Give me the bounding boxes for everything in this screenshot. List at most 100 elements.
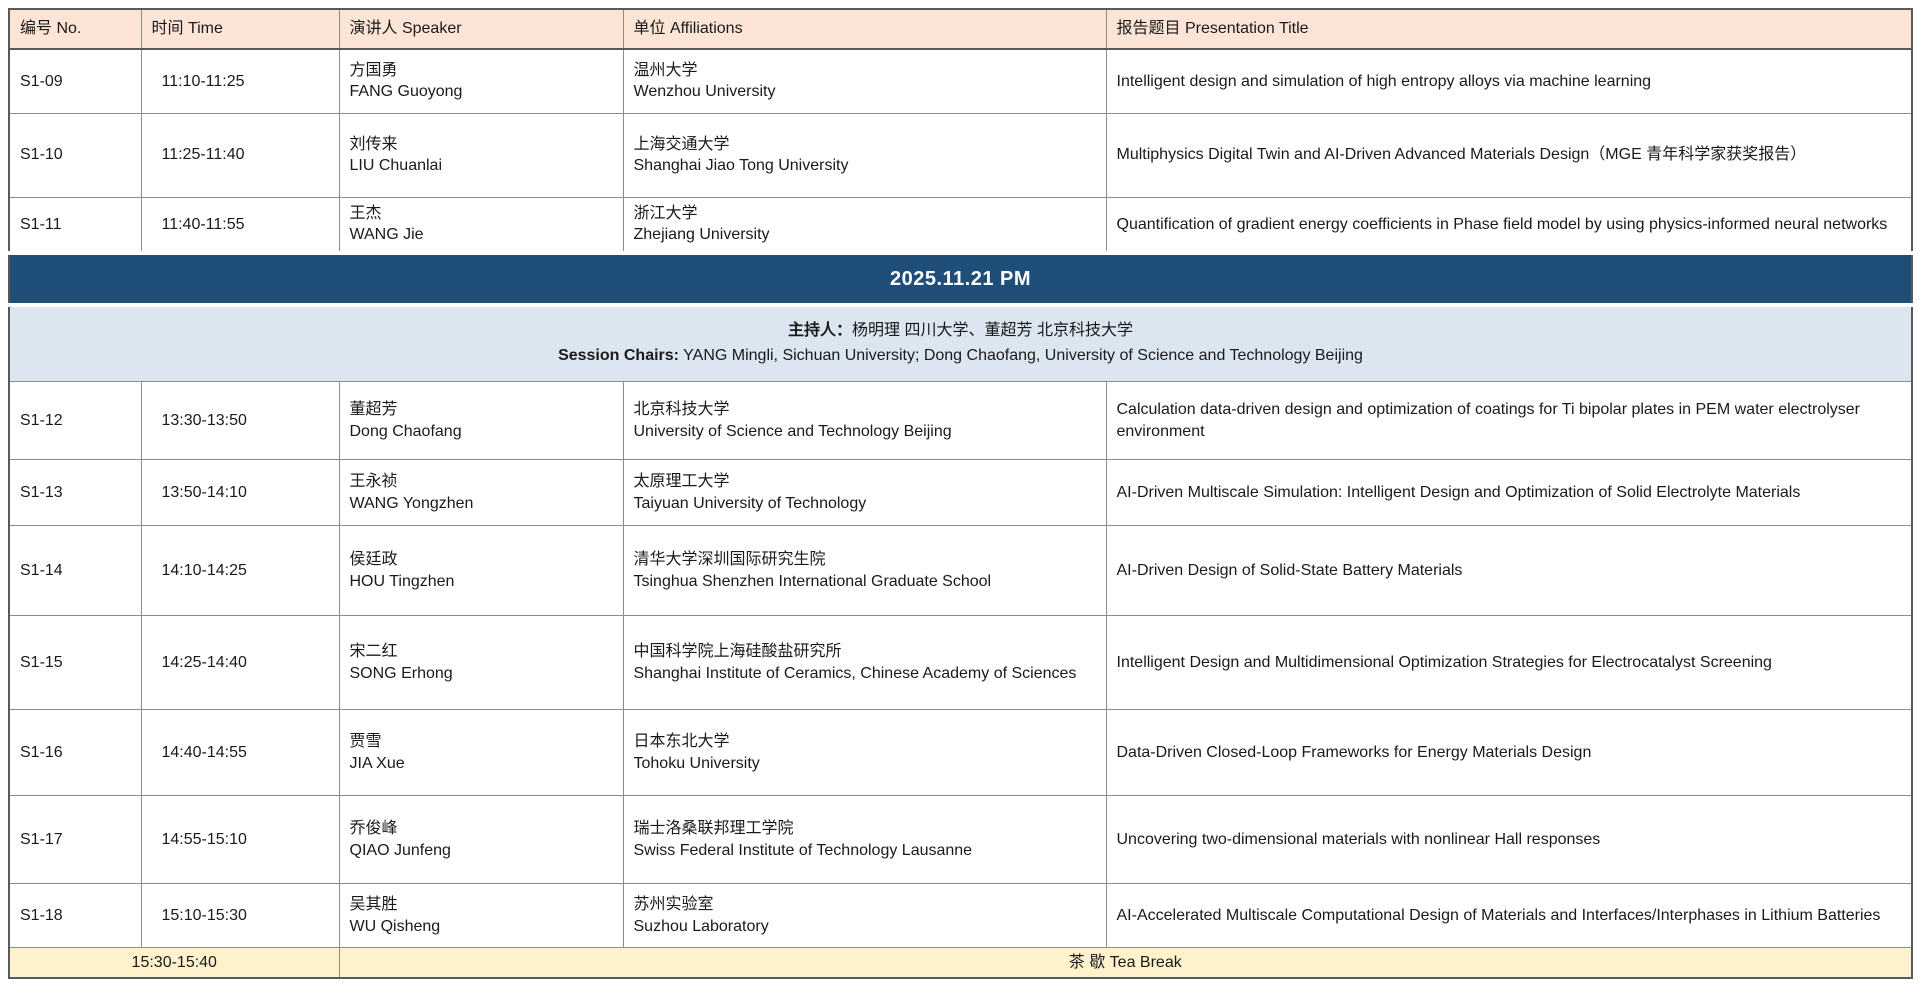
session-time: 13:30-13:50 xyxy=(141,382,339,460)
affiliation-en: Suzhou Laboratory xyxy=(634,916,1096,937)
affiliation-cell: 温州大学 Wenzhou University xyxy=(623,49,1106,113)
speaker-cell: 王永祯 WANG Yongzhen xyxy=(339,460,623,526)
affiliation-en: Shanghai Institute of Ceramics, Chinese … xyxy=(634,663,1096,684)
affiliation-en: Wenzhou University xyxy=(634,81,1096,102)
affiliation-cell: 北京科技大学 University of Science and Technol… xyxy=(623,382,1106,460)
table-row: S1-13 13:50-14:10 王永祯 WANG Yongzhen 太原理工… xyxy=(9,460,1912,526)
presentation-title: Data-Driven Closed-Loop Frameworks for E… xyxy=(1106,710,1912,796)
col-header-speaker: 演讲人 Speaker xyxy=(339,9,623,49)
speaker-cell: 方国勇 FANG Guoyong xyxy=(339,49,623,113)
session-time: 11:25-11:40 xyxy=(141,113,339,197)
session-time: 14:40-14:55 xyxy=(141,710,339,796)
table-row: S1-16 14:40-14:55 贾雪 JIA Xue 日本东北大学 Toho… xyxy=(9,710,1912,796)
col-header-affiliations: 单位 Affiliations xyxy=(623,9,1106,49)
affiliation-cell: 浙江大学 Zhejiang University xyxy=(623,197,1106,253)
affiliation-cell: 中国科学院上海硅酸盐研究所 Shanghai Institute of Cera… xyxy=(623,616,1106,710)
speaker-cell: 董超芳 Dong Chaofang xyxy=(339,382,623,460)
affiliation-cn: 北京科技大学 xyxy=(634,399,1096,420)
affiliation-en: University of Science and Technology Bei… xyxy=(634,421,1096,442)
table-row: S1-09 11:10-11:25 方国勇 FANG Guoyong 温州大学 … xyxy=(9,49,1912,113)
session-no: S1-10 xyxy=(9,113,141,197)
session-chairs-en-label: Session Chairs: xyxy=(558,347,679,364)
presentation-title: AI-Driven Design of Solid-State Battery … xyxy=(1106,526,1912,616)
table-row: S1-12 13:30-13:50 董超芳 Dong Chaofang 北京科技… xyxy=(9,382,1912,460)
affiliation-cn: 日本东北大学 xyxy=(634,731,1096,752)
affiliation-cell: 日本东北大学 Tohoku University xyxy=(623,710,1106,796)
presentation-title: Calculation data-driven design and optim… xyxy=(1106,382,1912,460)
affiliation-cn: 苏州实验室 xyxy=(634,894,1096,915)
speaker-name-en: SONG Erhong xyxy=(350,663,613,684)
table-header-row: 编号 No. 时间 Time 演讲人 Speaker 单位 Affiliatio… xyxy=(9,9,1912,49)
speaker-name-cn: 侯廷政 xyxy=(350,549,613,570)
speaker-name-cn: 乔俊峰 xyxy=(350,818,613,839)
session-no: S1-11 xyxy=(9,197,141,253)
presentation-title: Uncovering two-dimensional materials wit… xyxy=(1106,796,1912,884)
session-no: S1-12 xyxy=(9,382,141,460)
session-no: S1-18 xyxy=(9,884,141,948)
table-row: S1-17 14:55-15:10 乔俊峰 QIAO Junfeng 瑞士洛桑联… xyxy=(9,796,1912,884)
affiliation-cell: 苏州实验室 Suzhou Laboratory xyxy=(623,884,1106,948)
session-no: S1-16 xyxy=(9,710,141,796)
speaker-cell: 宋二红 SONG Erhong xyxy=(339,616,623,710)
speaker-cell: 乔俊峰 QIAO Junfeng xyxy=(339,796,623,884)
table-row: S1-15 14:25-14:40 宋二红 SONG Erhong 中国科学院上… xyxy=(9,616,1912,710)
presentation-title: AI-Accelerated Multiscale Computational … xyxy=(1106,884,1912,948)
speaker-name-en: LIU Chuanlai xyxy=(350,155,613,176)
speaker-name-cn: 吴其胜 xyxy=(350,894,613,915)
speaker-cell: 吴其胜 WU Qisheng xyxy=(339,884,623,948)
session-no: S1-14 xyxy=(9,526,141,616)
speaker-cell: 侯廷政 HOU Tingzhen xyxy=(339,526,623,616)
col-header-time: 时间 Time xyxy=(141,9,339,49)
session-chairs-en: Session Chairs: YANG Mingli, Sichuan Uni… xyxy=(20,344,1901,369)
col-header-no: 编号 No. xyxy=(9,9,141,49)
presentation-title: Intelligent design and simulation of hig… xyxy=(1106,49,1912,113)
tea-break-row: 15:30-15:40 茶 歇 Tea Break xyxy=(9,948,1912,979)
session-time: 14:55-15:10 xyxy=(141,796,339,884)
affiliation-cn: 太原理工大学 xyxy=(634,471,1096,492)
speaker-name-cn: 王杰 xyxy=(350,203,613,224)
affiliation-en: Swiss Federal Institute of Technology La… xyxy=(634,840,1096,861)
col-header-presentation-title: 报告题目 Presentation Title xyxy=(1106,9,1912,49)
affiliation-en: Zhejiang University xyxy=(634,224,1096,245)
speaker-name-en: JIA Xue xyxy=(350,753,613,774)
session-time: 14:10-14:25 xyxy=(141,526,339,616)
session-chairs-cn-text: 杨明理 四川大学、董超芳 北京科技大学 xyxy=(852,322,1133,339)
speaker-name-en: WANG Jie xyxy=(350,224,613,245)
speaker-name-cn: 王永祯 xyxy=(350,471,613,492)
speaker-name-en: FANG Guoyong xyxy=(350,81,613,102)
affiliation-cn: 清华大学深圳国际研究生院 xyxy=(634,549,1096,570)
session-chairs-row: 主持人：杨明理 四川大学、董超芳 北京科技大学 Session Chairs: … xyxy=(9,305,1912,382)
speaker-name-en: HOU Tingzhen xyxy=(350,571,613,592)
table-row: S1-14 14:10-14:25 侯廷政 HOU Tingzhen 清华大学深… xyxy=(9,526,1912,616)
session-time: 14:25-14:40 xyxy=(141,616,339,710)
table-row: S1-10 11:25-11:40 刘传来 LIU Chuanlai 上海交通大… xyxy=(9,113,1912,197)
speaker-name-cn: 董超芳 xyxy=(350,399,613,420)
session-time: 11:40-11:55 xyxy=(141,197,339,253)
session-chairs-cn: 主持人：杨明理 四川大学、董超芳 北京科技大学 xyxy=(20,319,1901,344)
conference-schedule-table: 编号 No. 时间 Time 演讲人 Speaker 单位 Affiliatio… xyxy=(8,8,1913,979)
speaker-name-en: Dong Chaofang xyxy=(350,421,613,442)
session-time: 15:10-15:30 xyxy=(141,884,339,948)
affiliation-en: Tohoku University xyxy=(634,753,1096,774)
session-time: 13:50-14:10 xyxy=(141,460,339,526)
date-banner: 2025.11.21 PM xyxy=(9,253,1912,305)
affiliation-cell: 上海交通大学 Shanghai Jiao Tong University xyxy=(623,113,1106,197)
session-chairs-cell: 主持人：杨明理 四川大学、董超芳 北京科技大学 Session Chairs: … xyxy=(9,305,1912,382)
schedule-page: 编号 No. 时间 Time 演讲人 Speaker 单位 Affiliatio… xyxy=(8,8,1911,979)
affiliation-en: Shanghai Jiao Tong University xyxy=(634,155,1096,176)
affiliation-cell: 清华大学深圳国际研究生院 Tsinghua Shenzhen Internati… xyxy=(623,526,1106,616)
presentation-title: Multiphysics Digital Twin and AI-Driven … xyxy=(1106,113,1912,197)
affiliation-en: Taiyuan University of Technology xyxy=(634,493,1096,514)
speaker-name-en: QIAO Junfeng xyxy=(350,840,613,861)
affiliation-cn: 浙江大学 xyxy=(634,203,1096,224)
session-no: S1-17 xyxy=(9,796,141,884)
speaker-name-cn: 贾雪 xyxy=(350,731,613,752)
session-chairs-cn-label: 主持人： xyxy=(788,322,852,339)
affiliation-cn: 中国科学院上海硅酸盐研究所 xyxy=(634,641,1096,662)
affiliation-cn: 上海交通大学 xyxy=(634,134,1096,155)
table-row: S1-11 11:40-11:55 王杰 WANG Jie 浙江大学 Zheji… xyxy=(9,197,1912,253)
speaker-name-cn: 方国勇 xyxy=(350,60,613,81)
presentation-title: Quantification of gradient energy coeffi… xyxy=(1106,197,1912,253)
speaker-name-en: WANG Yongzhen xyxy=(350,493,613,514)
session-chairs-en-text: YANG Mingli, Sichuan University; Dong Ch… xyxy=(679,347,1363,364)
